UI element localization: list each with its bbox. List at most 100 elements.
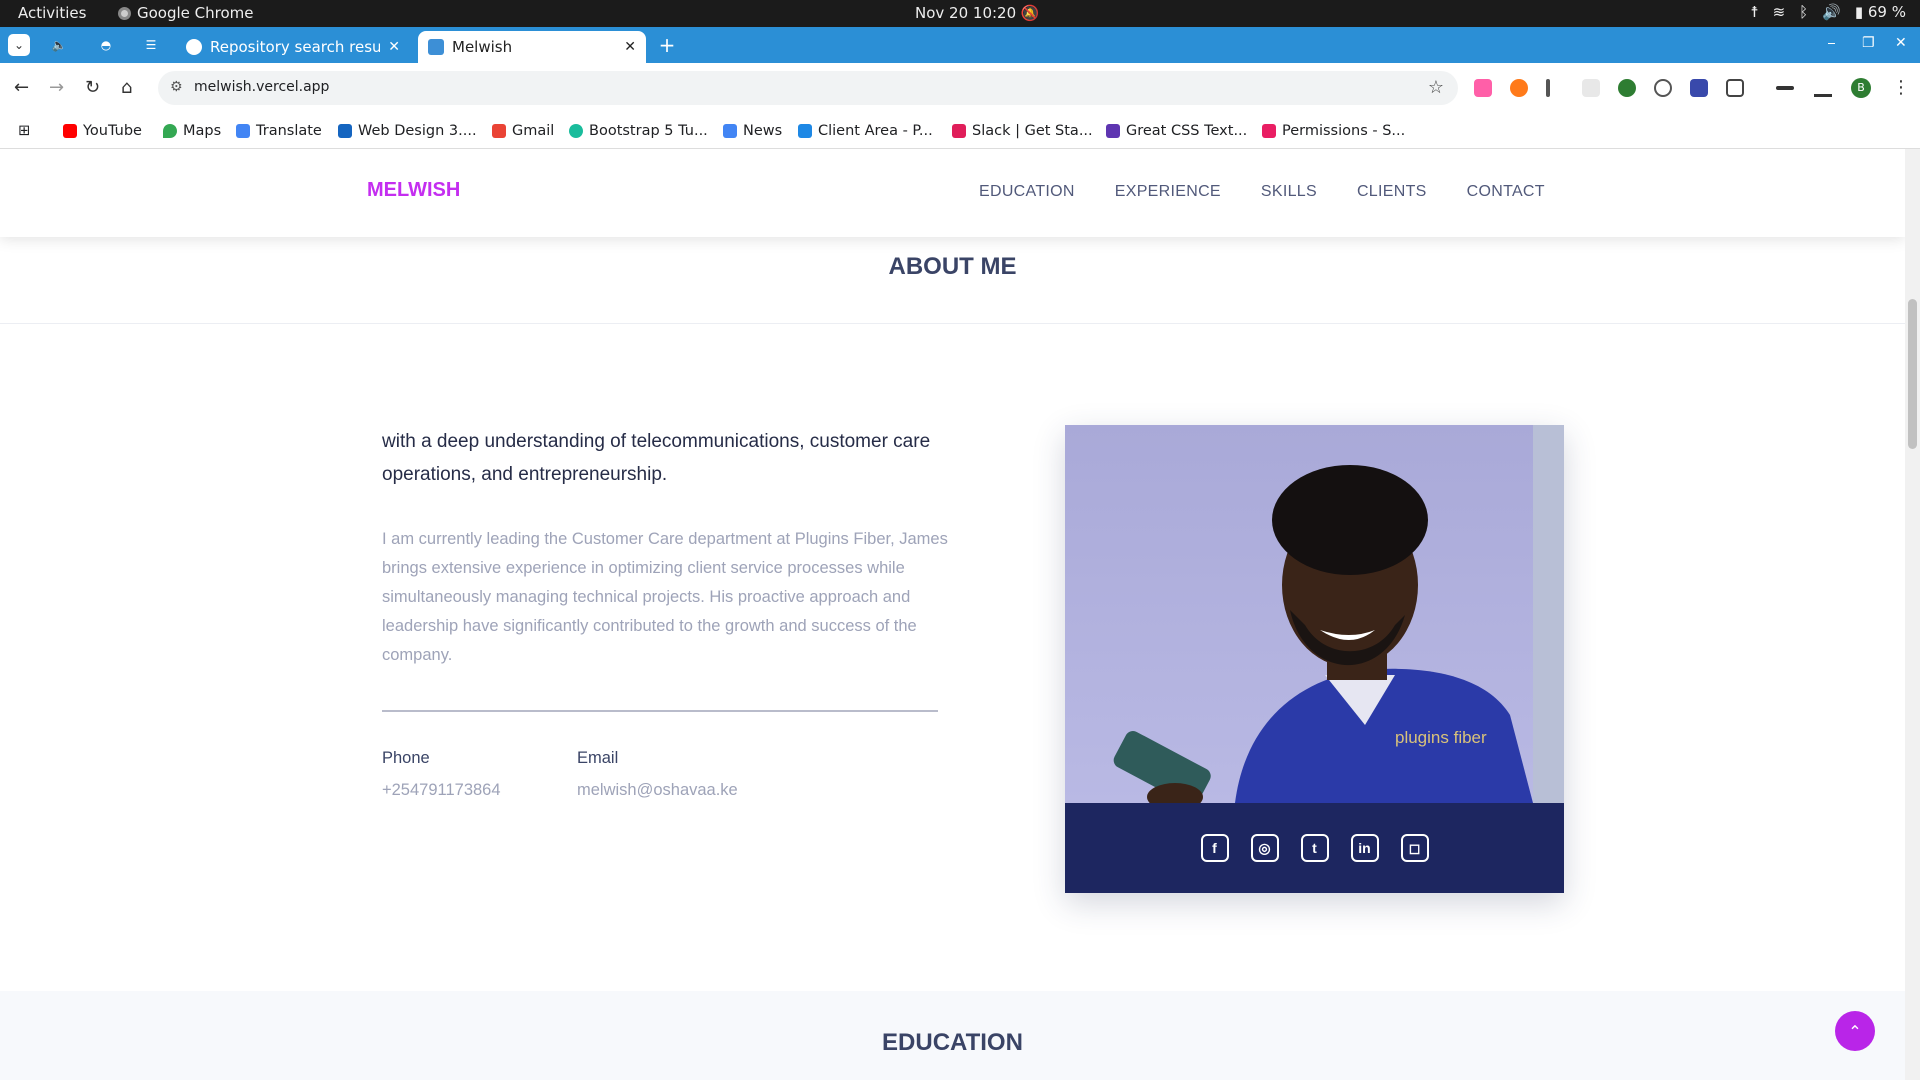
nav-link-education[interactable]: EDUCATION: [979, 183, 1075, 201]
docs-icon: ☰: [145, 38, 157, 52]
about-heading: ABOUT ME: [888, 253, 1017, 280]
slack-icon: [952, 124, 966, 138]
clock-text: Nov 20 10:20: [915, 4, 1017, 22]
translate-icon: [236, 124, 250, 138]
restore-button[interactable]: ❐: [1862, 35, 1875, 51]
site-nav-links: EDUCATION EXPERIENCE SKILLS CLIENTS CONT…: [979, 183, 1545, 201]
pinned-tab-2[interactable]: ◓: [95, 34, 117, 56]
facebook-icon[interactable]: f: [1200, 834, 1229, 862]
extensions-puzzle-icon[interactable]: [1726, 79, 1744, 97]
bootstrap-icon: [569, 124, 583, 138]
github-icon: [186, 39, 202, 55]
tab-label: Melwish: [452, 38, 513, 56]
twitter-icon[interactable]: t: [1300, 834, 1329, 862]
clock[interactable]: Nov 20 10:20 🔕: [915, 4, 1040, 22]
gmail-icon: [492, 124, 506, 138]
nav-link-experience[interactable]: EXPERIENCE: [1115, 183, 1221, 201]
translate-extension-icon[interactable]: [1690, 79, 1708, 97]
dribbble-icon[interactable]: ◎: [1250, 834, 1279, 862]
scroll-to-top-button[interactable]: ⌃: [1835, 1011, 1875, 1051]
back-button[interactable]: ←: [14, 77, 29, 98]
menu-kebab-icon[interactable]: ⋮: [1892, 77, 1910, 98]
social-links-bar: f ◎ t in ◻: [1065, 803, 1564, 893]
apps-grid-icon[interactable]: ⊞: [18, 123, 30, 139]
portrait-illustration: plugins fiber: [1113, 465, 1533, 803]
extension-6-icon[interactable]: [1654, 79, 1672, 97]
system-tray[interactable]: ☨ ≋ ᛒ 🔊 ▮ 69 %: [1750, 3, 1906, 21]
media-controls-icon[interactable]: [1776, 86, 1794, 90]
bookmark-permissions[interactable]: Permissions - S...: [1262, 123, 1405, 139]
maps-icon: [163, 124, 177, 138]
bookmark-youtube[interactable]: YouTube: [63, 123, 142, 139]
home-icon: ⌂: [121, 77, 133, 98]
download-icon[interactable]: [1814, 79, 1832, 97]
close-window-button[interactable]: ✕: [1895, 35, 1907, 51]
reload-icon: ↻: [85, 77, 101, 98]
site-logo[interactable]: MELWISH: [367, 179, 460, 202]
tab-melwish[interactable]: Melwish ✕: [418, 31, 646, 63]
permissions-icon: [1262, 124, 1276, 138]
volume-icon: 🔊: [1822, 3, 1841, 21]
reload-button[interactable]: ↻: [85, 77, 100, 98]
tab-search-button[interactable]: ⌄: [8, 34, 30, 56]
bookmark-star-icon[interactable]: ☆: [1428, 77, 1444, 98]
extension-1-icon[interactable]: [1474, 79, 1492, 97]
site-navbar: MELWISH EDUCATION EXPERIENCE SKILLS CLIE…: [0, 149, 1905, 237]
bookmark-maps[interactable]: Maps: [163, 123, 221, 139]
about-lead-text: with a deep understanding of telecommuni…: [382, 431, 931, 485]
pinned-tab-1[interactable]: 🔈: [48, 34, 70, 56]
color-picker-icon[interactable]: [1546, 79, 1550, 97]
address-bar[interactable]: ⚙ melwish.vercel.app ☆: [158, 71, 1458, 105]
minimize-button[interactable]: ⎯: [1828, 35, 1835, 51]
tab-strip: ⌄ 🔈 ◓ ☰ Repository search result ✕ Melwi…: [0, 27, 1920, 63]
profile-avatar[interactable]: B: [1851, 78, 1871, 98]
bookmark-gmail[interactable]: Gmail: [492, 123, 554, 139]
home-button[interactable]: ⌂: [121, 77, 132, 98]
nav-link-clients[interactable]: CLIENTS: [1357, 183, 1427, 201]
pinned-tab-3[interactable]: ☰: [140, 34, 162, 56]
email-label: Email: [577, 749, 619, 767]
notifications-off-icon: 🔕: [1020, 4, 1040, 22]
news-icon: [723, 124, 737, 138]
nav-link-contact[interactable]: CONTACT: [1467, 183, 1545, 201]
new-tab-button[interactable]: +: [656, 33, 678, 57]
bookmark-client-area[interactable]: Client Area - P...: [798, 123, 933, 139]
activities-button[interactable]: Activities: [18, 4, 86, 22]
chevron-down-icon: ⌄: [13, 38, 25, 52]
bookmark-slack[interactable]: Slack | Get Sta...: [952, 123, 1093, 139]
battery-level: 69 %: [1867, 3, 1906, 21]
bookmark-label: Great CSS Text...: [1126, 123, 1248, 139]
instagram-icon[interactable]: ◻: [1400, 834, 1429, 862]
about-section-header: ABOUT ME: [0, 237, 1905, 324]
bookmark-great-css[interactable]: Great CSS Text...: [1106, 123, 1247, 139]
education-heading: EDUCATION: [882, 1029, 1023, 1056]
bookmark-bootstrap[interactable]: Bootstrap 5 Tu...: [569, 123, 708, 139]
bluetooth-icon: ᛒ: [1799, 3, 1809, 21]
bookmark-web-design[interactable]: Web Design 3....: [338, 123, 477, 139]
bookmark-translate[interactable]: Translate: [236, 123, 322, 139]
bookmark-news[interactable]: News: [723, 123, 782, 139]
plus-icon: +: [658, 33, 676, 57]
youtube-icon: [63, 124, 77, 138]
app-menu[interactable]: Google Chrome: [118, 4, 254, 22]
bookmark-label: YouTube: [83, 123, 142, 139]
close-icon[interactable]: ✕: [388, 39, 400, 55]
nav-link-skills[interactable]: SKILLS: [1261, 183, 1317, 201]
page-scrollbar[interactable]: [1905, 149, 1920, 1080]
about-section: with a deep understanding of telecommuni…: [0, 325, 1905, 991]
client-area-icon: [798, 124, 812, 138]
forward-button[interactable]: →: [49, 77, 64, 98]
app-name: Google Chrome: [137, 4, 254, 22]
url-text[interactable]: melwish.vercel.app: [194, 79, 329, 95]
browser-toolbar: ← → ↻ ⌂ ⚙ melwish.vercel.app ☆ B ⋮: [0, 63, 1920, 115]
extension-5-icon[interactable]: [1618, 79, 1636, 97]
extension-2-icon[interactable]: [1510, 79, 1528, 97]
extension-4-icon[interactable]: [1582, 79, 1600, 97]
site-info-icon[interactable]: ⚙: [170, 79, 183, 95]
os-top-bar: Activities Google Chrome Nov 20 10:20 🔕 …: [0, 0, 1920, 27]
close-icon[interactable]: ✕: [624, 39, 636, 55]
tab-repository-search[interactable]: Repository search result ✕: [176, 31, 410, 63]
scrollbar-thumb[interactable]: [1908, 299, 1917, 449]
linkedin-icon[interactable]: in: [1350, 834, 1379, 862]
arrow-right-icon: →: [49, 77, 65, 98]
